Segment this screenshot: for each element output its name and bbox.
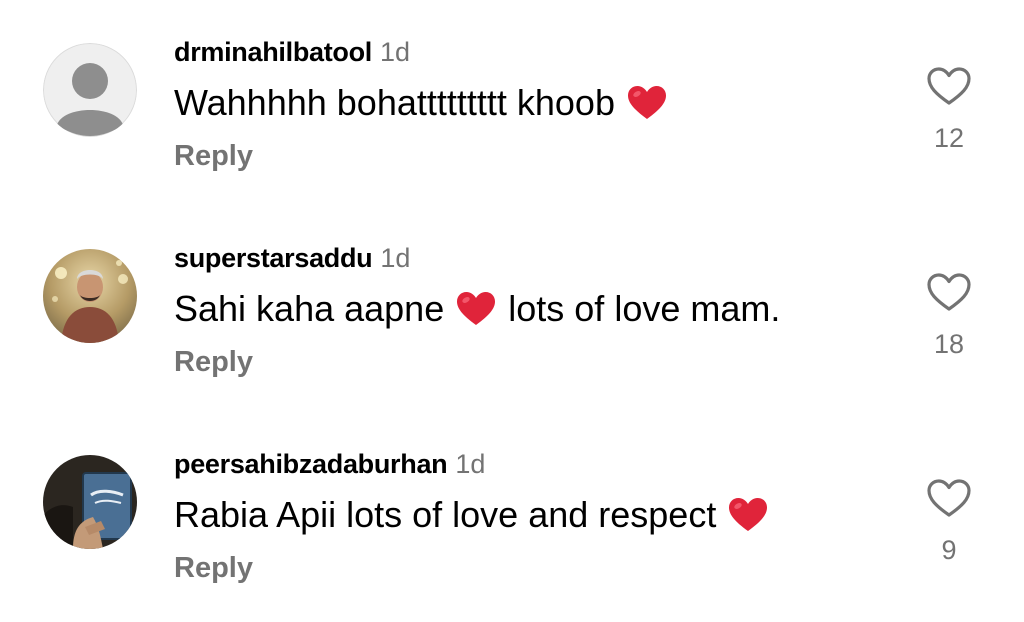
comment-text-part: Rabia Apii lots of love and respect (174, 494, 717, 535)
avatar[interactable] (43, 249, 137, 343)
comment-text-part: Sahi kaha aapne (174, 288, 445, 329)
like-count: 12 (933, 123, 965, 153)
comment-text: Sahi kaha aapne lots of love mam. (174, 288, 780, 330)
red-heart-emoji-icon (627, 86, 666, 119)
comment-header: superstarsaddu 1d (174, 242, 410, 274)
comment-item: peersahibzadaburhan 1d Rabia Apii lots of… (0, 412, 1024, 618)
comment-header: peersahibzadaburhan 1d (174, 448, 485, 480)
comment-header: drminahilbatool 1d (174, 36, 410, 68)
red-heart-emoji-icon (457, 292, 496, 325)
user-photo-avatar-icon (43, 249, 137, 343)
reply-button[interactable]: Reply (174, 550, 253, 586)
avatar[interactable] (43, 455, 137, 549)
comment-timestamp: 1d (455, 449, 486, 479)
comment-timestamp: 1d (380, 37, 411, 67)
comment-item: drminahilbatool 1d Wahhhhh bohattttttttt … (0, 0, 1024, 206)
comment-text-part: lots of love mam. (508, 288, 781, 329)
like-count: 9 (941, 535, 957, 565)
default-user-avatar-icon (43, 43, 137, 137)
reply-button[interactable]: Reply (174, 344, 253, 380)
comment-text: Wahhhhh bohattttttttt khoob (174, 82, 669, 124)
username-link[interactable]: superstarsaddu (174, 243, 373, 273)
red-heart-emoji-icon (729, 498, 768, 531)
comment-item: superstarsaddu 1d Sahi kaha aapne lots of… (0, 206, 1024, 412)
username-link[interactable]: drminahilbatool (174, 37, 372, 67)
comment-text: Rabia Apii lots of love and respect (174, 494, 770, 536)
username-link[interactable]: peersahibzadaburhan (174, 449, 448, 479)
user-photo-avatar-icon (43, 455, 137, 549)
heart-outline-icon[interactable] (926, 66, 972, 106)
like-count: 18 (933, 329, 965, 359)
comment-text-part: Wahhhhh bohattttttttt khoob (174, 82, 615, 123)
heart-outline-icon[interactable] (926, 272, 972, 312)
comment-timestamp: 1d (380, 243, 411, 273)
reply-button[interactable]: Reply (174, 138, 253, 174)
avatar[interactable] (43, 43, 137, 137)
heart-outline-icon[interactable] (926, 478, 972, 518)
